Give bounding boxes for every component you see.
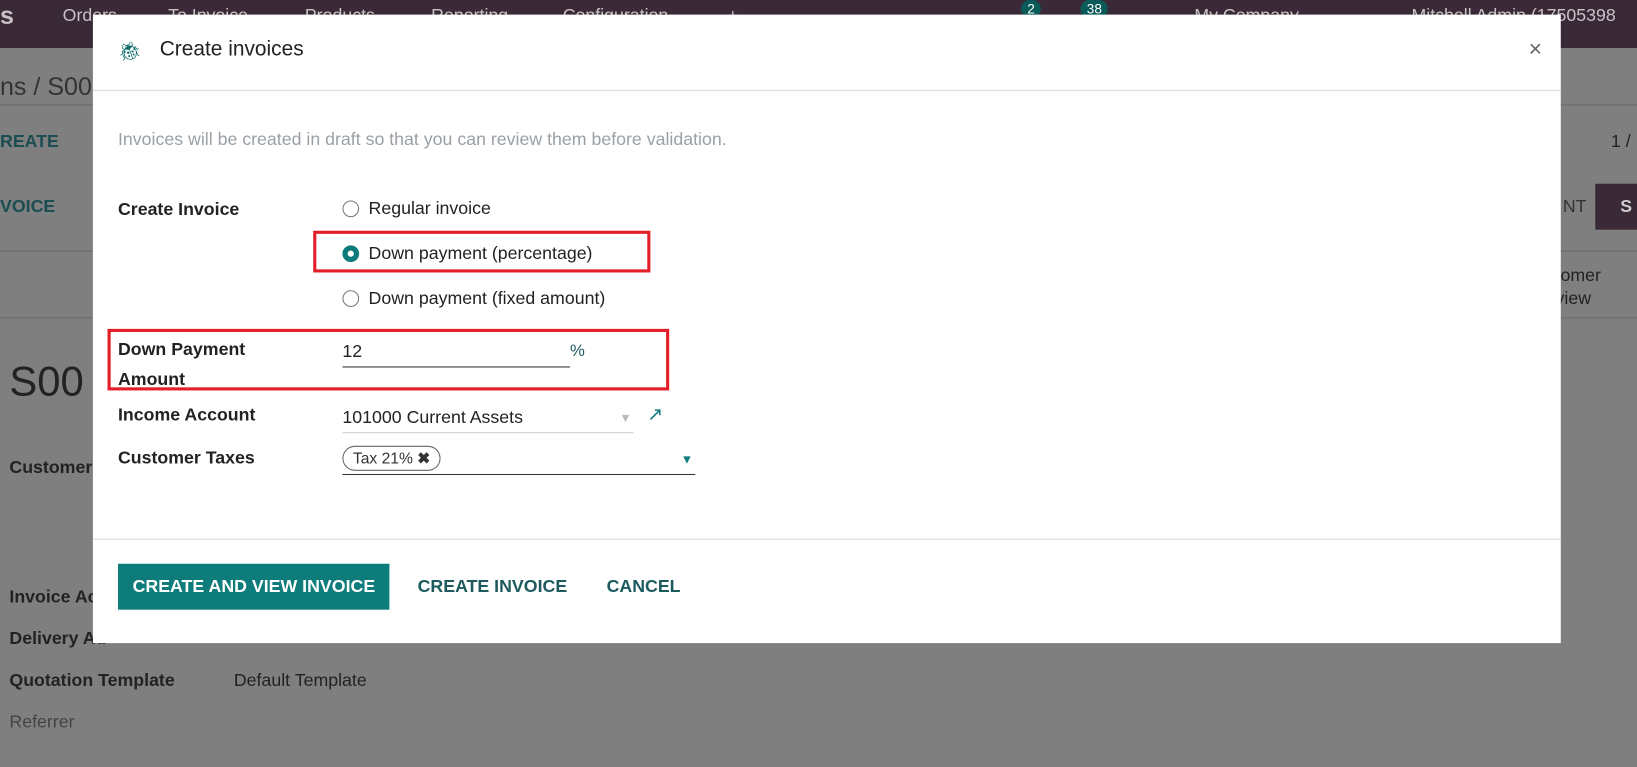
pager: 1 /: [1610, 131, 1631, 152]
bg-field: Delivery Ad: [9, 628, 107, 649]
down-payment-label: Down Payment Amount: [117, 339, 246, 390]
radio-down-payment-percentage[interactable]: Down payment (percentage): [342, 243, 592, 264]
cancel-button[interactable]: CANCEL: [607, 576, 681, 597]
draft-hint: Invoices will be created in draft so tha…: [117, 129, 727, 150]
radio-icon[interactable]: [342, 290, 360, 307]
external-link-icon[interactable]: ↗: [647, 404, 663, 426]
bg-field: Invoice Ac: [9, 586, 98, 607]
invoice-tab-bg: VOICE: [0, 196, 56, 217]
radio-label: Down payment (percentage): [368, 243, 593, 264]
radio-label: Regular invoice: [368, 198, 491, 219]
bug-icon: 🐞︎: [117, 40, 142, 62]
customer-taxes-label: Customer Taxes: [117, 447, 255, 468]
create-invoice-label: Create Invoice: [117, 199, 240, 220]
bg-field-value: Default Template: [233, 670, 367, 691]
create-invoices-dialog: 🐞︎ Create invoices × Invoices will be cr…: [92, 14, 1561, 644]
dialog-footer-divider: [92, 538, 1561, 540]
status-right: S: [1595, 183, 1637, 230]
app-logo: s: [0, 2, 14, 31]
bg-field: Customer: [9, 457, 93, 478]
percent-unit: %: [570, 342, 585, 361]
radio-down-payment-fixed[interactable]: Down payment (fixed amount): [342, 288, 605, 309]
radio-regular-invoice[interactable]: Regular invoice: [342, 198, 491, 219]
customer-preview-1: tomer: [1555, 265, 1601, 286]
radio-icon[interactable]: [342, 200, 360, 218]
income-account-value: 101000 Current Assets: [342, 407, 523, 427]
dialog-title: Create invoices: [159, 37, 304, 61]
record-title: S00: [9, 359, 84, 406]
radio-label: Down payment (fixed amount): [368, 288, 606, 308]
remove-tag-icon[interactable]: ✖: [417, 450, 430, 468]
down-payment-input[interactable]: 12: [342, 341, 571, 368]
chevron-down-icon[interactable]: ▼: [681, 452, 693, 467]
breadcrumb: ns / S00: [0, 73, 92, 102]
create-button-bg: REATE: [0, 131, 59, 152]
status-left: NT: [1562, 196, 1587, 217]
income-account-select[interactable]: 101000 Current Assets ▼: [342, 407, 634, 434]
bg-field: Referrer: [9, 712, 75, 732]
create-and-view-invoice-button[interactable]: CREATE AND VIEW INVOICE: [117, 563, 390, 610]
customer-preview-2: view: [1555, 288, 1592, 308]
create-invoice-button[interactable]: CREATE INVOICE: [418, 576, 568, 597]
radio-checked-icon[interactable]: [342, 245, 360, 263]
close-icon[interactable]: ×: [1529, 35, 1542, 62]
tax-tag: Tax 21% ✖: [342, 445, 441, 471]
tax-tag-label: Tax 21%: [352, 449, 413, 468]
bg-field: Quotation Template: [9, 670, 175, 691]
income-account-label: Income Account: [117, 405, 256, 425]
customer-taxes-input[interactable]: Tax 21% ✖ ▼: [342, 445, 696, 476]
chevron-down-icon[interactable]: ▼: [619, 410, 631, 425]
